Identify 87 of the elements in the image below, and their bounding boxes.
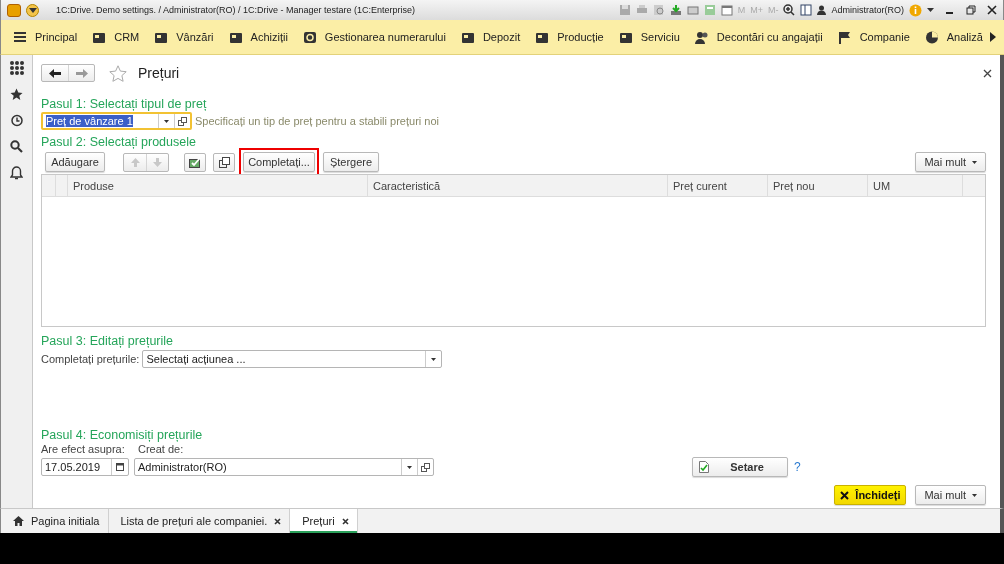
panel-icon[interactable] — [800, 4, 813, 16]
menu-item[interactable]: Companie — [837, 30, 910, 44]
step-heading: Pasul 3: Editați prețurile — [41, 334, 174, 349]
more-button[interactable]: Mai mult — [915, 152, 986, 172]
column-header[interactable]: UM — [868, 175, 963, 196]
open-icon — [421, 462, 430, 472]
open-icon — [178, 116, 187, 126]
history-icon[interactable] — [10, 114, 23, 127]
close-icon — [840, 490, 850, 500]
arrow-down-icon — [153, 157, 162, 167]
menu-item[interactable]: Achiziții — [228, 30, 288, 44]
copy-icon — [218, 156, 230, 168]
field-label: Are efect asupra: — [41, 443, 126, 455]
dropdown-button[interactable] — [26, 3, 39, 17]
arrow-left-icon — [49, 68, 61, 78]
coin-icon — [302, 30, 317, 44]
people-icon — [694, 30, 709, 44]
add-button[interactable]: Adăugare — [45, 152, 105, 172]
close-icon[interactable] — [983, 68, 992, 78]
field-label: Creat de: — [138, 443, 184, 455]
more-button[interactable]: Mai mult — [915, 485, 986, 505]
step-heading: Pasul 4: Economisiți prețurile — [41, 428, 204, 443]
close-button[interactable]: Închideți — [834, 485, 907, 505]
date-field[interactable]: 17.05.2019 — [41, 458, 129, 476]
column-header[interactable]: Caracteristică — [368, 175, 668, 196]
close-icon[interactable] — [987, 5, 997, 15]
dropdown-icon — [407, 465, 412, 469]
author-field[interactable]: Administrator(RO) — [134, 458, 434, 476]
app-logo-icon — [7, 3, 21, 17]
setup-button[interactable]: Setare — [692, 457, 788, 477]
calendar-icon[interactable] — [720, 4, 733, 16]
copy-button[interactable] — [213, 152, 235, 172]
dropdown-icon — [164, 119, 169, 123]
menu-item[interactable]: Vânzări — [154, 30, 214, 44]
caret-icon — [972, 160, 977, 164]
column-header[interactable]: Preț nou — [768, 175, 868, 196]
home-icon — [13, 516, 24, 526]
checkbox-icon — [188, 156, 202, 168]
menu-item[interactable]: Serviciu — [618, 30, 680, 44]
menu-item[interactable]: Principal — [13, 30, 78, 44]
step-heading: Pasul 2: Selectați produsele — [41, 135, 197, 150]
arrow-right-icon — [75, 68, 88, 78]
zoom-icon[interactable] — [783, 4, 796, 16]
card-icon — [92, 30, 107, 44]
action-select[interactable]: Selectați acțiunea ... — [142, 350, 443, 368]
menu-item[interactable]: Producție — [535, 30, 604, 44]
download-icon[interactable] — [669, 4, 682, 16]
apps-grid-icon[interactable] — [9, 61, 24, 75]
bell-icon[interactable] — [10, 166, 23, 180]
caret-icon[interactable] — [927, 8, 934, 12]
menu-item[interactable]: Decontări cu angajații — [694, 30, 823, 44]
user-button[interactable]: Administrator(RO) — [831, 5, 904, 15]
document-check-icon — [699, 461, 709, 473]
hint-text: Specificați un tip de preț pentru a stabili prețuri noi — [195, 115, 439, 127]
dropdown-icon — [431, 357, 437, 361]
window-title: 1C:Drive. Demo settings. / Administrator(RO) / 1C:Drive - Manager testare (1C:Enterprise) — [56, 5, 416, 15]
user-icon — [817, 5, 827, 15]
menu-item[interactable]: Analiză — [924, 30, 983, 44]
pie-icon — [924, 30, 939, 44]
column-header[interactable]: Produse — [68, 175, 368, 196]
menu-item[interactable]: Depozit — [460, 30, 521, 44]
form-title: Prețuri — [138, 65, 180, 81]
check-all-button[interactable] — [184, 152, 206, 172]
help-link[interactable]: ? — [794, 460, 801, 474]
caret-icon — [28, 7, 37, 13]
caret-icon — [972, 493, 977, 497]
menu-item[interactable]: CRM — [92, 30, 140, 44]
fill-button[interactable]: Completați... — [243, 152, 315, 172]
close-icon[interactable] — [341, 517, 349, 525]
star-icon[interactable] — [10, 88, 23, 101]
scroll-right-icon[interactable] — [990, 32, 996, 42]
calendar-icon — [116, 463, 124, 471]
delete-button[interactable]: Ștergere — [323, 152, 379, 172]
step-heading: Pasul 1: Selectați tipul de preț — [41, 97, 208, 112]
field-label: Completați prețurile: — [41, 353, 140, 365]
search-icon[interactable] — [10, 140, 23, 153]
tab[interactable]: Prețuri — [290, 509, 358, 533]
close-icon[interactable] — [274, 517, 282, 525]
preview-icon[interactable] — [652, 4, 665, 16]
favorite-star-icon[interactable] — [109, 64, 127, 82]
price-type-field[interactable]: Preț de vânzare 1 — [41, 112, 192, 130]
arrow-up-icon — [130, 157, 140, 167]
column-header[interactable]: Preț curent — [668, 175, 768, 196]
menu-item[interactable]: Gestionarea numerarului — [302, 30, 446, 44]
menu-icon — [13, 30, 27, 44]
restore-icon[interactable] — [966, 5, 976, 15]
flag-icon — [837, 30, 852, 44]
